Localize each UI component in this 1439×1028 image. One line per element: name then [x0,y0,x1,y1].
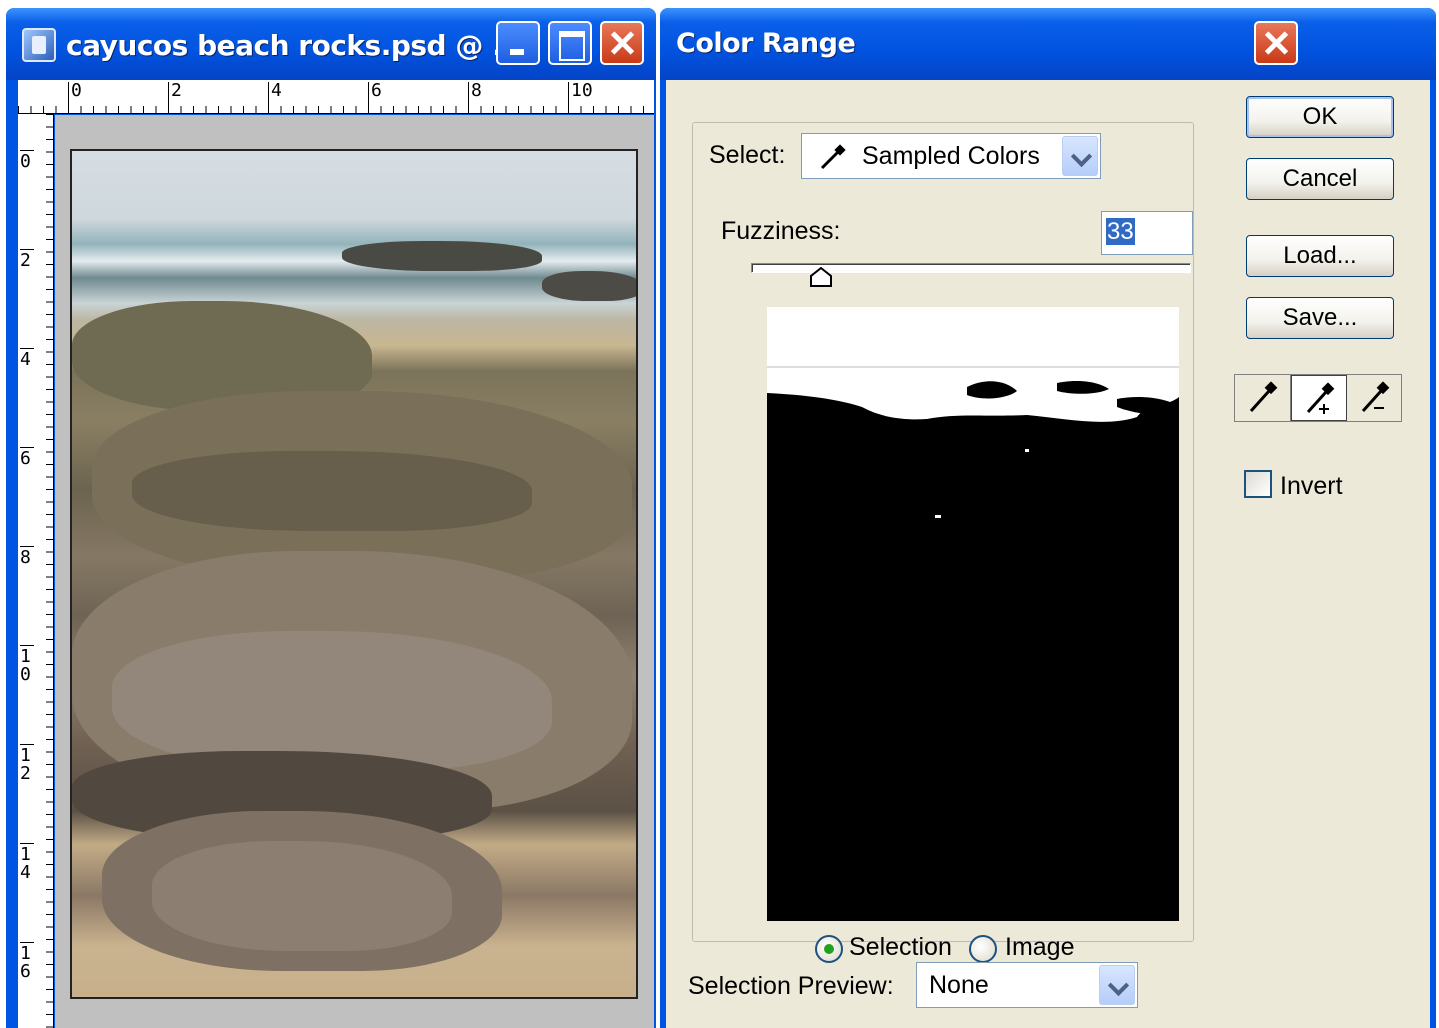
h-ruler-label: 6 [368,82,382,114]
cancel-button[interactable]: Cancel [1246,158,1394,200]
beach-rocks-photo[interactable] [70,149,638,999]
close-document-button[interactable] [600,21,644,65]
load-button[interactable]: Load... [1246,235,1394,277]
selection-preview-label: Selection Preview: [688,972,894,1000]
h-ruler-label: 4 [268,82,282,114]
color-range-dialog: Color Range Select: Sampled Colors Fuzzi… [660,8,1436,1028]
dialog-title: Color Range [676,28,856,59]
mask-preview [767,307,1179,518]
dialog-title-bar[interactable]: Color Range [660,8,1436,80]
eyedropper-icon [820,144,846,170]
v-ruler-label: 16 [20,942,34,981]
close-dialog-button[interactable] [1254,21,1298,65]
v-ruler-label: 8 [20,546,34,567]
eyedropper-minus-icon [1361,381,1390,413]
select-label: Select: [709,141,786,169]
select-value: Sampled Colors [862,142,1040,170]
h-ruler-label: 8 [468,82,482,114]
v-ruler-label: 14 [20,843,34,882]
v-ruler-label: 2 [20,249,34,270]
selection-preview-image [767,307,1179,921]
select-dropdown[interactable]: Sampled Colors [801,133,1101,179]
invert-label[interactable]: Invert [1280,472,1343,501]
image-radio[interactable] [969,935,997,963]
selection-preview-value: None [929,971,989,999]
selection-radio[interactable] [815,935,843,963]
v-ruler-label: 12 [20,744,34,783]
horizontal-ruler[interactable]: 0 2 4 6 8 10 [18,80,654,114]
chevron-down-icon[interactable] [1099,965,1135,1005]
subtract-from-sample-tool[interactable] [1347,375,1403,421]
v-ruler-label: 4 [20,348,34,369]
eyedropper-plus-icon [1306,382,1335,414]
save-button[interactable]: Save... [1246,297,1394,339]
image-radio-label[interactable]: Image [1005,933,1074,962]
h-ruler-label: 10 [568,82,593,114]
dialog-body: Select: Sampled Colors Fuzziness: 33 Sel… [666,80,1430,1028]
fuzziness-input[interactable]: 33 [1101,211,1193,255]
v-ruler-label: 0 [20,150,34,171]
v-ruler-label: 6 [20,447,34,468]
add-to-sample-tool[interactable] [1291,375,1347,421]
h-ruler-label: 0 [68,82,82,114]
maximize-button[interactable] [548,21,592,65]
chevron-down-icon[interactable] [1062,136,1098,176]
h-ruler-label: 2 [168,82,182,114]
v-ruler-label: 10 [20,645,34,684]
invert-checkbox[interactable] [1244,470,1272,498]
selection-radio-label[interactable]: Selection [849,933,952,962]
selection-group: Select: Sampled Colors Fuzziness: 33 Sel… [692,122,1194,963]
eyedropper-tools [1234,374,1402,422]
ok-button[interactable]: OK [1246,96,1394,138]
eyedropper-tool[interactable] [1235,375,1291,421]
vertical-ruler[interactable]: 0 2 4 6 8 10 12 14 16 [18,114,54,1028]
fuzziness-slider-thumb[interactable] [810,267,833,287]
selection-preview-dropdown[interactable]: None [916,962,1138,1008]
eyedropper-icon [1249,381,1278,413]
document-title-bar[interactable]: cayucos beach rocks.psd @ ... [6,8,656,80]
fuzziness-value: 33 [1106,218,1135,245]
document-window: cayucos beach rocks.psd @ ... 0 2 4 6 8 … [6,8,656,1028]
minimize-button[interactable] [496,21,540,65]
fuzziness-label: Fuzziness: [721,217,841,245]
document-title: cayucos beach rocks.psd @ ... [66,29,523,62]
photoshop-document-icon[interactable] [22,28,56,62]
canvas-area[interactable] [55,115,654,1028]
